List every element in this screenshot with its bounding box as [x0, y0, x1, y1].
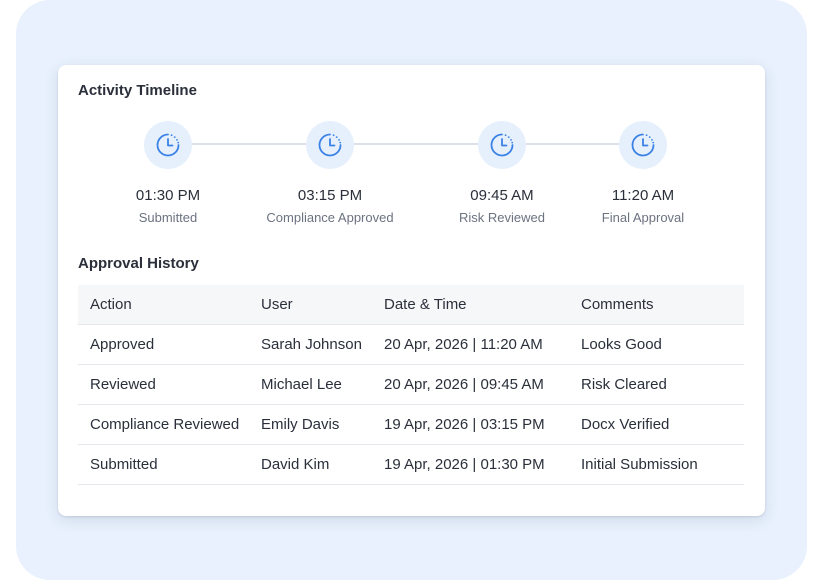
timeline-label: Risk Reviewed	[459, 210, 545, 225]
cell-action: Approved	[90, 336, 155, 353]
timeline-label: Final Approval	[601, 210, 685, 225]
cell-datetime: 19 Apr, 2026 | 03:15 PM	[384, 416, 545, 433]
cell-comments: Docx Verified	[581, 416, 670, 433]
timeline-time: 11:20 AM	[611, 187, 675, 204]
timeline-step-final: 11:20 AM Final Approval	[563, 117, 723, 225]
column-header-datetime: Date & Time	[384, 296, 467, 313]
timeline-step-risk: 09:45 AM Risk Reviewed	[422, 117, 582, 225]
cell-user: David Kim	[261, 456, 330, 473]
timeline-time: 01:30 PM	[135, 187, 201, 204]
timeline-step-submitted: 01:30 PM Submitted	[88, 117, 248, 225]
timeline-label: Compliance Approved	[266, 210, 394, 225]
table-header: Action User Date & Time Comments	[78, 285, 744, 325]
cell-action: Submitted	[90, 456, 158, 473]
cell-datetime: 19 Apr, 2026 | 01:30 PM	[384, 456, 545, 473]
cell-datetime: 20 Apr, 2026 | 11:20 AM	[384, 336, 543, 353]
cell-user: Sarah Johnson	[261, 336, 362, 353]
cell-comments: Risk Cleared	[581, 376, 667, 393]
cell-comments: Initial Submission	[581, 456, 698, 473]
clock-icon	[144, 121, 192, 169]
table-row: Compliance Reviewed Emily Davis 19 Apr, …	[78, 405, 744, 445]
timeline-label: Submitted	[138, 210, 198, 225]
timeline-time: 03:15 PM	[297, 187, 363, 204]
cell-user: Emily Davis	[261, 416, 340, 433]
column-header-user: User	[261, 296, 293, 313]
activity-card: Activity Timeline 01:30 PM Submitted 03:…	[58, 65, 765, 516]
column-header-action: Action	[90, 296, 132, 313]
table-row: Approved Sarah Johnson 20 Apr, 2026 | 11…	[78, 325, 744, 365]
cell-datetime: 20 Apr, 2026 | 09:45 AM	[384, 376, 544, 393]
cell-action: Compliance Reviewed	[90, 416, 240, 433]
cell-user: Michael Lee	[261, 376, 342, 393]
timeline-title: Activity Timeline	[78, 82, 197, 99]
clock-icon	[306, 121, 354, 169]
clock-icon	[619, 121, 667, 169]
cell-action: Reviewed	[90, 376, 156, 393]
table-row: Reviewed Michael Lee 20 Apr, 2026 | 09:4…	[78, 365, 744, 405]
clock-icon	[478, 121, 526, 169]
approval-history-table: Action User Date & Time Comments Approve…	[78, 285, 744, 485]
activity-timeline: 01:30 PM Submitted 03:15 PM Compliance A…	[58, 117, 765, 227]
table-row: Submitted David Kim 19 Apr, 2026 | 01:30…	[78, 445, 744, 485]
timeline-time: 09:45 AM	[470, 187, 534, 204]
timeline-step-compliance: 03:15 PM Compliance Approved	[250, 117, 410, 225]
history-title: Approval History	[78, 255, 199, 272]
cell-comments: Looks Good	[581, 336, 662, 353]
column-header-comments: Comments	[581, 296, 654, 313]
